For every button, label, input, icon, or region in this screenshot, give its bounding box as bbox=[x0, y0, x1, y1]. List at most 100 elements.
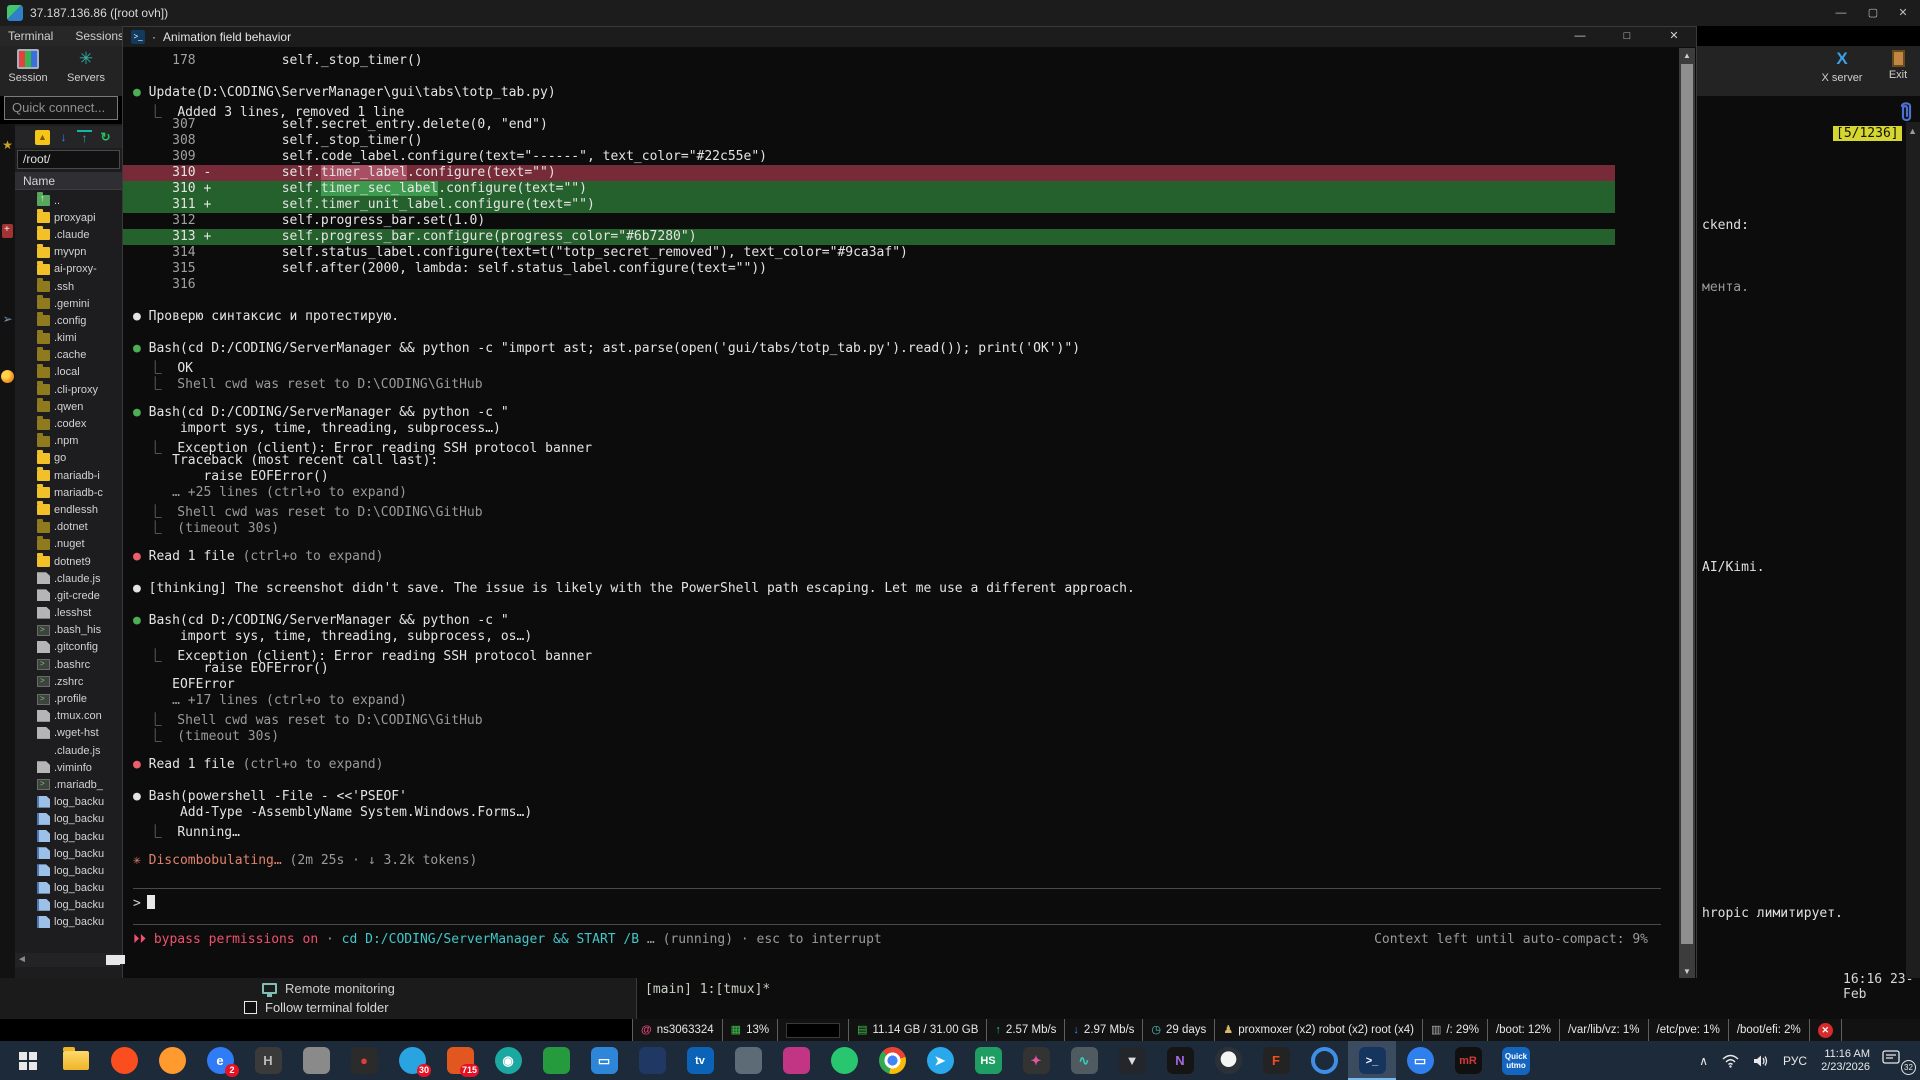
file-row[interactable]: log_backu bbox=[15, 828, 122, 845]
file-row[interactable]: .gemini bbox=[15, 295, 122, 312]
follow-terminal-folder-option[interactable]: Follow terminal folder bbox=[244, 1000, 389, 1015]
menu-sessions[interactable]: Sessions bbox=[75, 29, 124, 43]
taskbar-hs-app[interactable]: HS bbox=[964, 1041, 1012, 1080]
terminal-scrollbar[interactable]: ▲ ▼ bbox=[1679, 48, 1695, 979]
taskbar-navy-app[interactable] bbox=[628, 1041, 676, 1080]
sftp-path-input[interactable]: /root/ bbox=[17, 150, 120, 169]
taskbar-start-button[interactable] bbox=[4, 1041, 52, 1080]
taskbar-monitor-graph-app[interactable]: ∿ bbox=[1060, 1041, 1108, 1080]
file-row[interactable]: log_backu bbox=[15, 811, 122, 828]
taskbar-quick-utmo-app[interactable]: Quick utmo bbox=[1492, 1041, 1540, 1080]
status-close-button[interactable]: ✕ bbox=[1818, 1023, 1833, 1038]
taskbar-system-app[interactable] bbox=[292, 1041, 340, 1080]
tray-clock[interactable]: 11:16 AM 2/23/2026 bbox=[1821, 1048, 1870, 1074]
wifi-icon[interactable] bbox=[1722, 1054, 1739, 1068]
terminal-maximize-button[interactable]: □ bbox=[1605, 27, 1649, 47]
file-row[interactable]: .dotnet bbox=[15, 519, 122, 536]
file-row[interactable]: .git-crede bbox=[15, 587, 122, 604]
file-row[interactable]: .gitconfig bbox=[15, 639, 122, 656]
file-row[interactable]: .config bbox=[15, 312, 122, 329]
file-row[interactable]: endlessh bbox=[15, 501, 122, 518]
file-row[interactable]: .cache bbox=[15, 347, 122, 364]
file-row[interactable]: .kimi bbox=[15, 330, 122, 347]
volume-icon[interactable] bbox=[1753, 1054, 1769, 1068]
scrollbar-down-icon[interactable]: ▼ bbox=[1683, 967, 1691, 976]
file-row[interactable]: mariadb-c bbox=[15, 484, 122, 501]
taskbar-file-explorer[interactable] bbox=[52, 1041, 100, 1080]
download-button[interactable]: ↓ bbox=[56, 130, 71, 145]
file-row[interactable]: myvpn bbox=[15, 244, 122, 261]
file-row[interactable]: log_backu bbox=[15, 862, 122, 879]
file-list-name-header[interactable]: Name bbox=[15, 172, 122, 190]
file-row[interactable]: .local bbox=[15, 364, 122, 381]
servers-button[interactable]: ✳ Servers bbox=[58, 49, 114, 84]
follow-folder-checkbox[interactable] bbox=[244, 1001, 257, 1014]
taskbar-figma-app[interactable]: F bbox=[1252, 1041, 1300, 1080]
sidebar-tab-sftp[interactable] bbox=[0, 370, 15, 440]
taskbar-green-circle-app[interactable] bbox=[820, 1041, 868, 1080]
taskbar-tv-app[interactable]: tv bbox=[676, 1041, 724, 1080]
file-row[interactable]: .wget-hst bbox=[15, 725, 122, 742]
taskbar-telegram-app[interactable]: ➤ bbox=[916, 1041, 964, 1080]
notification-center-button[interactable]: 32 bbox=[1882, 1050, 1912, 1071]
file-row[interactable]: .viminfo bbox=[15, 759, 122, 776]
file-row[interactable]: .codex bbox=[15, 415, 122, 432]
terminal-prompt[interactable]: > bbox=[133, 895, 155, 911]
taskbar-shield-app[interactable]: ▼ bbox=[1108, 1041, 1156, 1080]
file-row[interactable]: .claude bbox=[15, 226, 122, 243]
terminal-titlebar[interactable]: >_ · Animation field behavior — □ ✕ bbox=[123, 27, 1696, 47]
taskbar-firefox-browser[interactable] bbox=[148, 1041, 196, 1080]
file-row[interactable]: proxyapi bbox=[15, 209, 122, 226]
file-row[interactable]: mariadb-i bbox=[15, 467, 122, 484]
moba-minimize-button[interactable]: — bbox=[1826, 5, 1856, 21]
scroll-up-arrow-icon[interactable]: ▲ bbox=[1908, 126, 1917, 136]
language-indicator[interactable]: РУС bbox=[1783, 1054, 1807, 1068]
taskbar-ring-app[interactable] bbox=[1300, 1041, 1348, 1080]
file-row[interactable]: .npm bbox=[15, 433, 122, 450]
taskbar-n-purple-app[interactable]: N bbox=[1156, 1041, 1204, 1080]
file-row[interactable]: .. bbox=[15, 192, 122, 209]
taskbar-remote-desktop[interactable]: ▭ bbox=[580, 1041, 628, 1080]
terminal-minimize-button[interactable]: — bbox=[1558, 27, 1602, 47]
sidebar-tab-favorites[interactable]: ★ bbox=[0, 138, 15, 208]
taskbar-github-desktop[interactable] bbox=[1204, 1041, 1252, 1080]
file-row[interactable]: log_backu bbox=[15, 845, 122, 862]
file-row[interactable]: .claude.js bbox=[15, 742, 122, 759]
terminal-close-button[interactable]: ✕ bbox=[1652, 27, 1696, 47]
exit-button[interactable]: Exit bbox=[1878, 49, 1918, 81]
scrollbar-up-icon[interactable]: ▲ bbox=[1683, 51, 1691, 60]
taskbar-powershell-terminal[interactable]: >_ bbox=[1348, 1041, 1396, 1080]
file-row[interactable]: .cli-proxy bbox=[15, 381, 122, 398]
taskbar-pink-app[interactable] bbox=[772, 1041, 820, 1080]
taskbar-remote-monitor-app[interactable]: ▭ bbox=[1396, 1041, 1444, 1080]
taskbar-mail-app[interactable]: 30 bbox=[388, 1041, 436, 1080]
sftp-horizontal-scrollbar[interactable]: ◄ bbox=[15, 953, 122, 967]
file-row[interactable]: log_backu bbox=[15, 880, 122, 897]
taskbar-mremoteng-app[interactable]: mR bbox=[1444, 1041, 1492, 1080]
file-row[interactable]: .mariadb_ bbox=[15, 776, 122, 793]
file-row[interactable]: go bbox=[15, 450, 122, 467]
terminal-scrollbar-thumb[interactable] bbox=[1681, 64, 1693, 944]
taskbar-edge-browser[interactable]: e2 bbox=[196, 1041, 244, 1080]
file-row[interactable]: .claude.js bbox=[15, 570, 122, 587]
menu-terminal[interactable]: Terminal bbox=[8, 29, 53, 43]
file-row[interactable]: .bashrc bbox=[15, 656, 122, 673]
file-row[interactable]: .zshrc bbox=[15, 673, 122, 690]
taskbar-paint-app[interactable]: ✦ bbox=[1012, 1041, 1060, 1080]
file-row[interactable]: log_backu bbox=[15, 914, 122, 931]
x-server-button[interactable]: X X server bbox=[1814, 49, 1870, 84]
remote-monitoring-option[interactable]: Remote monitoring bbox=[262, 981, 395, 996]
moba-maximize-button[interactable]: ▢ bbox=[1858, 5, 1888, 21]
taskbar-media-player[interactable]: ● bbox=[340, 1041, 388, 1080]
file-row[interactable]: .nuget bbox=[15, 536, 122, 553]
sidebar-tab-tools[interactable] bbox=[0, 224, 15, 294]
file-row[interactable]: ai-proxy- bbox=[15, 261, 122, 278]
folder-up-button[interactable]: ▲ bbox=[35, 130, 50, 145]
taskbar-green-app[interactable] bbox=[532, 1041, 580, 1080]
file-row[interactable]: log_backu bbox=[15, 794, 122, 811]
file-row[interactable]: .bash_his bbox=[15, 622, 122, 639]
status-cell-close[interactable]: ✕ bbox=[1809, 1019, 1842, 1041]
refresh-button[interactable]: ↻ bbox=[98, 130, 113, 145]
file-row[interactable]: .ssh bbox=[15, 278, 122, 295]
taskbar-browser-orange[interactable]: 715 bbox=[436, 1041, 484, 1080]
